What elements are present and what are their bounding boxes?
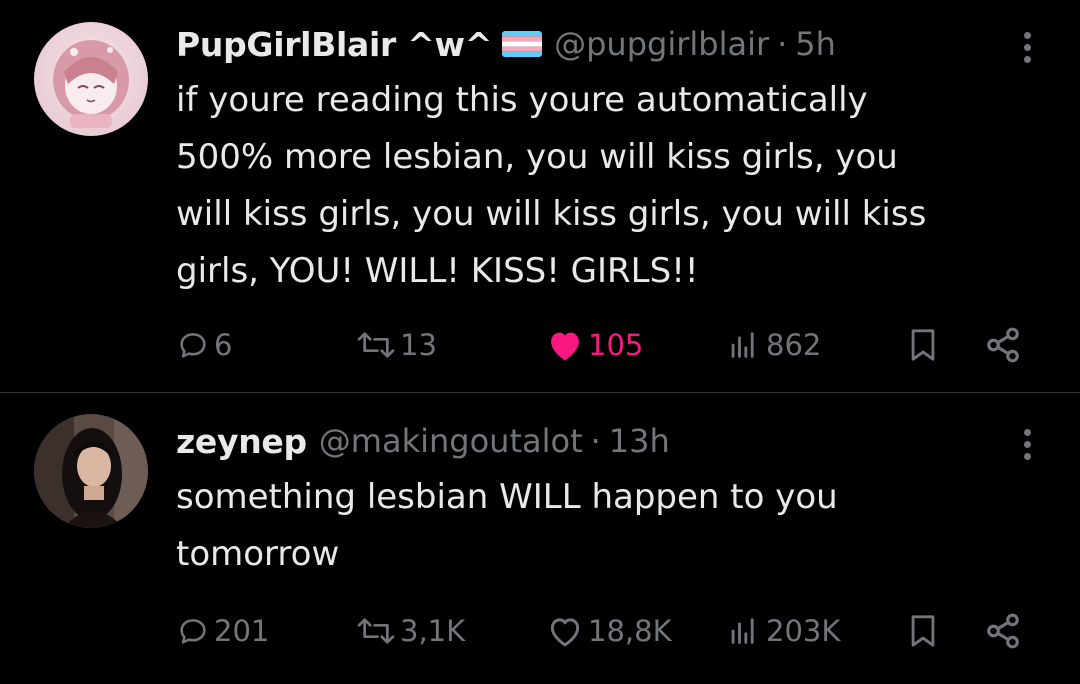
reply-button[interactable]: 6 [176, 320, 232, 370]
more-options-icon[interactable] [1022, 429, 1034, 465]
display-name[interactable]: PupGirlBlair ^w^ [176, 25, 492, 64]
avatar[interactable] [34, 22, 148, 136]
tweet-text: something lesbian WILL happen to you tom… [176, 477, 838, 574]
repost-count: 3,1K [400, 614, 466, 648]
views-icon [731, 332, 754, 358]
timestamp[interactable]: 5h [795, 25, 836, 63]
bookmark-button[interactable] [906, 320, 940, 370]
repost-icon [357, 618, 395, 644]
tweet[interactable]: zeynep @makingoutalot · 13h something le… [0, 393, 1080, 684]
views-icon [731, 618, 754, 644]
bookmark-icon [911, 329, 935, 361]
reply-button[interactable]: 201 [176, 606, 269, 656]
repost-icon [357, 332, 395, 358]
trans-flag-icon [502, 31, 543, 57]
user-handle[interactable]: @makingoutalot [319, 422, 583, 460]
timestamp[interactable]: 13h [609, 422, 670, 460]
tweet-text: if youre reading this youre automaticall… [176, 80, 927, 291]
share-icon [987, 613, 1019, 649]
more-options-icon[interactable] [1022, 32, 1034, 68]
tweet-actions: 6 13 105 862 [176, 320, 1024, 370]
like-button[interactable]: 105 [546, 320, 643, 370]
bookmark-icon [911, 615, 935, 647]
separator-dot: · [590, 422, 601, 460]
like-count: 105 [588, 328, 644, 362]
reply-icon [180, 619, 206, 644]
like-count: 18,8K [588, 614, 672, 648]
separator-dot: · [777, 25, 788, 63]
share-button[interactable] [984, 606, 1022, 656]
views-button[interactable]: 203K [724, 606, 840, 656]
view-count: 203K [766, 614, 841, 648]
display-name[interactable]: zeynep [176, 422, 307, 461]
reply-count: 6 [214, 328, 233, 362]
views-button[interactable]: 862 [724, 320, 821, 370]
heart-outline-icon [550, 618, 580, 647]
repost-count: 13 [400, 328, 437, 362]
tweet-header: zeynep @makingoutalot · 13h [176, 421, 670, 461]
tweet-header: PupGirlBlair ^w^ @pupgirlblair · 5h [176, 24, 836, 64]
repost-button[interactable]: 3,1K [356, 606, 465, 656]
share-icon [987, 327, 1019, 363]
tweet[interactable]: PupGirlBlair ^w^ @pupgirlblair · 5h if y… [0, 0, 1080, 393]
like-button[interactable]: 18,8K [546, 606, 672, 656]
bookmark-button[interactable] [906, 606, 940, 656]
reply-icon [180, 333, 206, 358]
avatar[interactable] [34, 414, 148, 528]
user-handle[interactable]: @pupgirlblair [554, 25, 769, 63]
reply-count: 201 [214, 614, 270, 648]
view-count: 862 [766, 328, 822, 362]
heart-filled-icon [551, 332, 579, 361]
share-button[interactable] [984, 320, 1022, 370]
tweet-actions: 201 3,1K 18,8K 203K [176, 606, 1024, 656]
repost-button[interactable]: 13 [356, 320, 437, 370]
